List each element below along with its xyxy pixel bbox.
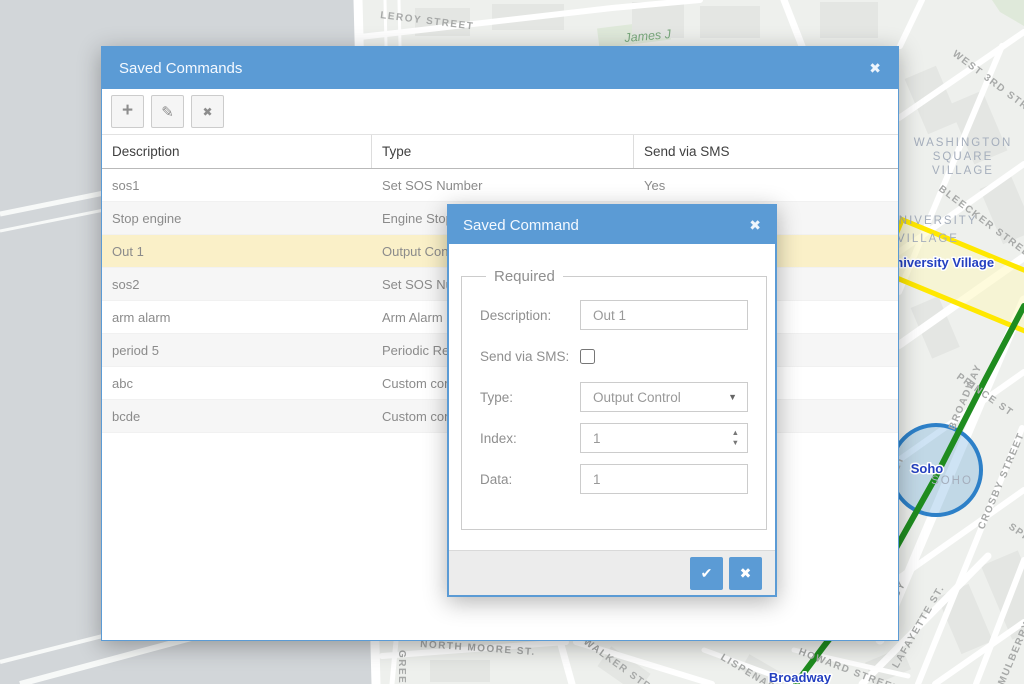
description-field-row: Description: (480, 300, 748, 330)
stepper-arrows[interactable]: ▲▼ (732, 428, 739, 448)
pencil-icon: ✎ (161, 103, 174, 121)
index-label: Index: (480, 431, 580, 446)
column-header-type[interactable]: Type (372, 135, 634, 168)
spin-up-icon[interactable]: ▲ (732, 428, 739, 438)
type-field-row: Type: Output Control ▼ (480, 382, 748, 412)
saved-command-titlebar[interactable]: Saved Command ✖ (449, 206, 775, 244)
cell-description: sos1 (102, 178, 372, 193)
sms-field-row: Send via SMS: (480, 341, 748, 371)
cell-description: arm alarm (102, 310, 372, 325)
saved-command-footer: ✔ ✖ (449, 550, 775, 595)
edit-command-button[interactable]: ✎ (151, 95, 184, 128)
checkmark-icon: ✔ (701, 565, 713, 582)
map-label-washington-3: VILLAGE (932, 165, 994, 177)
map-label-washington-1: WASHINGTON (914, 137, 1013, 149)
table-row[interactable]: sos1 Set SOS Number Yes (102, 169, 898, 202)
saved-command-title: Saved Command (463, 217, 579, 234)
add-command-button[interactable]: + (111, 95, 144, 128)
saved-commands-titlebar[interactable]: Saved Commands ✖ (102, 47, 898, 89)
data-label: Data: (480, 472, 580, 487)
data-field-row: Data: (480, 464, 748, 494)
column-header-description[interactable]: Description (102, 135, 372, 168)
map-label-soho-poi: Soho (911, 461, 944, 476)
cell-description: Out 1 (102, 244, 372, 259)
description-input[interactable] (580, 300, 748, 330)
saved-commands-title: Saved Commands (119, 60, 242, 77)
index-stepper: ▲▼ (580, 423, 748, 453)
confirm-button[interactable]: ✔ (690, 557, 723, 590)
delete-command-button[interactable]: ✖ (191, 95, 224, 128)
map-label-university-village-poi: University Village (886, 255, 994, 270)
data-input[interactable] (580, 464, 748, 494)
cell-sms: Yes (634, 178, 898, 193)
close-icon: ✖ (740, 565, 752, 582)
map-label-broadway-poi: Broadway (769, 670, 832, 684)
cell-type: Set SOS Number (372, 178, 634, 193)
required-fieldset: Required Description: Send via SMS: Type… (461, 268, 767, 530)
saved-command-close-icon[interactable]: ✖ (749, 218, 761, 232)
type-select[interactable]: Output Control ▼ (580, 382, 748, 412)
required-legend: Required (486, 268, 563, 285)
map-label-washington-2: SQUARE (933, 151, 994, 163)
cell-description: abc (102, 376, 372, 391)
type-label: Type: (480, 390, 580, 405)
index-field-row: Index: ▲▼ (480, 423, 748, 453)
map-label-university-1: UNIVERSITY (888, 215, 977, 227)
spin-down-icon[interactable]: ▼ (732, 438, 739, 448)
delete-icon: ✖ (202, 105, 212, 119)
cell-description: Stop engine (102, 211, 372, 226)
index-input[interactable] (581, 424, 711, 452)
type-select-value: Output Control (593, 390, 681, 405)
chevron-down-icon: ▼ (728, 392, 737, 402)
commands-table-header: Description Type Send via SMS (102, 135, 898, 169)
map-label-greenwich: GREENWICH ST (396, 650, 407, 684)
description-label: Description: (480, 308, 580, 323)
map-label-soho-area: SOHO (931, 475, 973, 487)
column-header-sms[interactable]: Send via SMS (634, 135, 898, 168)
cell-description: bcde (102, 409, 372, 424)
map-label-university-2: VILLAGE (897, 233, 959, 245)
commands-toolbar: + ✎ ✖ (102, 89, 898, 135)
plus-icon: + (122, 100, 133, 122)
sms-label: Send via SMS: (480, 349, 580, 364)
cell-description: period 5 (102, 343, 372, 358)
cell-description: sos2 (102, 277, 372, 292)
cancel-button[interactable]: ✖ (729, 557, 762, 590)
saved-command-body: Required Description: Send via SMS: Type… (449, 244, 775, 550)
saved-commands-close-icon[interactable]: ✖ (869, 61, 881, 75)
saved-command-dialog: Saved Command ✖ Required Description: Se… (447, 204, 777, 597)
sms-checkbox[interactable] (580, 349, 595, 364)
